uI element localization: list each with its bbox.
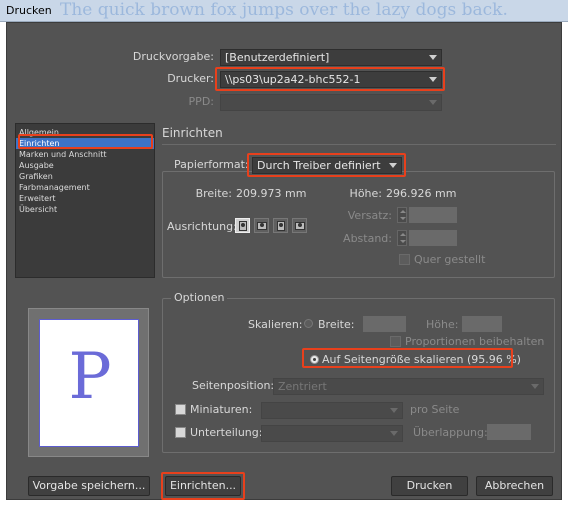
ppd-dropdown[interactable] <box>220 94 442 111</box>
sidebar-item-farbmanagement[interactable]: Farbmanagement <box>16 182 154 193</box>
save-preset-button[interactable]: Vorgabe speichern... <box>28 476 150 496</box>
options-title: Optionen <box>171 291 228 304</box>
tile-dropdown[interactable] <box>261 425 403 442</box>
cancel-button[interactable]: Abbrechen <box>476 476 553 496</box>
keep-proportions-label: Proportionen beibehalten <box>405 335 545 348</box>
title-bar: The quick brown fox jumps over the lazy … <box>0 0 568 22</box>
overlap-input[interactable] <box>487 424 531 440</box>
sidebar-item-uebersicht[interactable]: Übersicht <box>16 204 154 215</box>
scale-width-label: Breite: <box>318 318 355 331</box>
height-value: 296.926 mm <box>386 187 457 200</box>
keep-proportions-checkbox[interactable] <box>390 336 401 347</box>
chevron-down-icon <box>429 55 437 60</box>
fit-page-label: Auf Seitengröße skalieren (95.96 %) <box>322 353 521 366</box>
category-list[interactable]: Allgemein Einrichten Marken und Anschnit… <box>15 123 155 278</box>
height-label: Höhe: <box>349 187 382 200</box>
page-position-label: Seitenposition: <box>192 379 275 392</box>
printer-label: Drucker: <box>167 72 214 85</box>
width-label: Breite: <box>195 187 232 200</box>
preset-value: [Benutzerdefiniert] <box>225 51 330 64</box>
page-position-dropdown[interactable]: Zentriert <box>273 378 544 395</box>
thumbnails-checkbox[interactable] <box>175 404 186 415</box>
window-title: Drucken <box>6 4 52 17</box>
chevron-down-icon <box>429 100 437 105</box>
width-value: 209.973 mm <box>236 187 307 200</box>
reverse-landscape-icon[interactable] <box>292 218 307 233</box>
setup-button[interactable]: Einrichten... <box>165 476 241 496</box>
chevron-down-icon <box>390 431 398 436</box>
preset-dropdown[interactable]: [Benutzerdefiniert] <box>220 49 442 66</box>
page-position-value: Zentriert <box>278 380 327 393</box>
landscape-orientation-icon[interactable] <box>254 218 269 233</box>
thumbnails-dropdown[interactable] <box>261 402 403 419</box>
paper-label: Papierformat: <box>171 158 252 171</box>
page-preview: P <box>28 308 149 457</box>
tile-label: Unterteilung: <box>190 426 263 439</box>
chevron-down-icon <box>389 163 397 168</box>
sidebar-item-allgemein[interactable]: Allgemein <box>16 127 154 138</box>
scale-height-input[interactable] <box>462 316 502 332</box>
preset-label: Druckvorgabe: <box>132 50 214 63</box>
scale-label: Skalieren: <box>248 318 303 331</box>
scale-custom-radio[interactable] <box>304 319 313 328</box>
printer-value: \\ps03\up2a42-bhc552-1 <box>225 73 361 86</box>
sidebar-item-marken[interactable]: Marken und Anschnitt <box>16 149 154 160</box>
preview-page: P <box>39 319 139 447</box>
offset-label: Versatz: <box>347 209 392 222</box>
chevron-down-icon <box>390 408 398 413</box>
paper-size-value: Durch Treiber definiert <box>257 159 381 172</box>
sidebar-item-grafiken[interactable]: Grafiken <box>16 171 154 182</box>
printer-dropdown[interactable]: \\ps03\up2a42-bhc552-1 <box>220 71 442 88</box>
chevron-down-icon <box>531 384 539 389</box>
section-title: Einrichten <box>162 126 223 140</box>
background-document-text: The quick brown fox jumps over the lazy … <box>60 0 508 20</box>
overlap-label: Überlappung: <box>413 426 488 439</box>
preview-letter: P <box>68 340 112 414</box>
offset-input[interactable] <box>409 207 457 223</box>
sidebar-item-ausgabe[interactable]: Ausgabe <box>16 160 154 171</box>
transverse-label: Quer gestellt <box>414 253 486 266</box>
per-page-label: pro Seite <box>410 403 460 416</box>
gap-label: Abstand: <box>343 232 392 245</box>
sidebar-item-einrichten[interactable]: Einrichten <box>16 138 154 149</box>
gap-input[interactable] <box>409 230 457 246</box>
transverse-checkbox[interactable] <box>399 254 410 265</box>
portrait-orientation-icon[interactable] <box>235 218 250 233</box>
orientation-label: Ausrichtung: <box>167 220 237 233</box>
paper-size-dropdown[interactable]: Durch Treiber definiert <box>252 157 402 174</box>
gap-stepper[interactable] <box>397 230 407 246</box>
print-button[interactable]: Drucken <box>391 476 468 496</box>
thumbnails-label: Miniaturen: <box>190 403 253 416</box>
ppd-label: PPD: <box>188 95 214 108</box>
reverse-portrait-icon[interactable] <box>273 218 288 233</box>
print-dialog: Druckvorgabe: [Benutzerdefiniert] Drucke… <box>6 22 562 500</box>
tile-checkbox[interactable] <box>175 427 186 438</box>
offset-stepper[interactable] <box>397 207 407 223</box>
scale-height-label: Höhe: <box>426 318 459 331</box>
chevron-down-icon <box>429 77 437 82</box>
scale-width-input[interactable] <box>363 316 406 332</box>
sidebar-item-erweitert[interactable]: Erweitert <box>16 193 154 204</box>
fit-page-radio[interactable] <box>310 355 319 364</box>
section-divider <box>162 144 556 145</box>
